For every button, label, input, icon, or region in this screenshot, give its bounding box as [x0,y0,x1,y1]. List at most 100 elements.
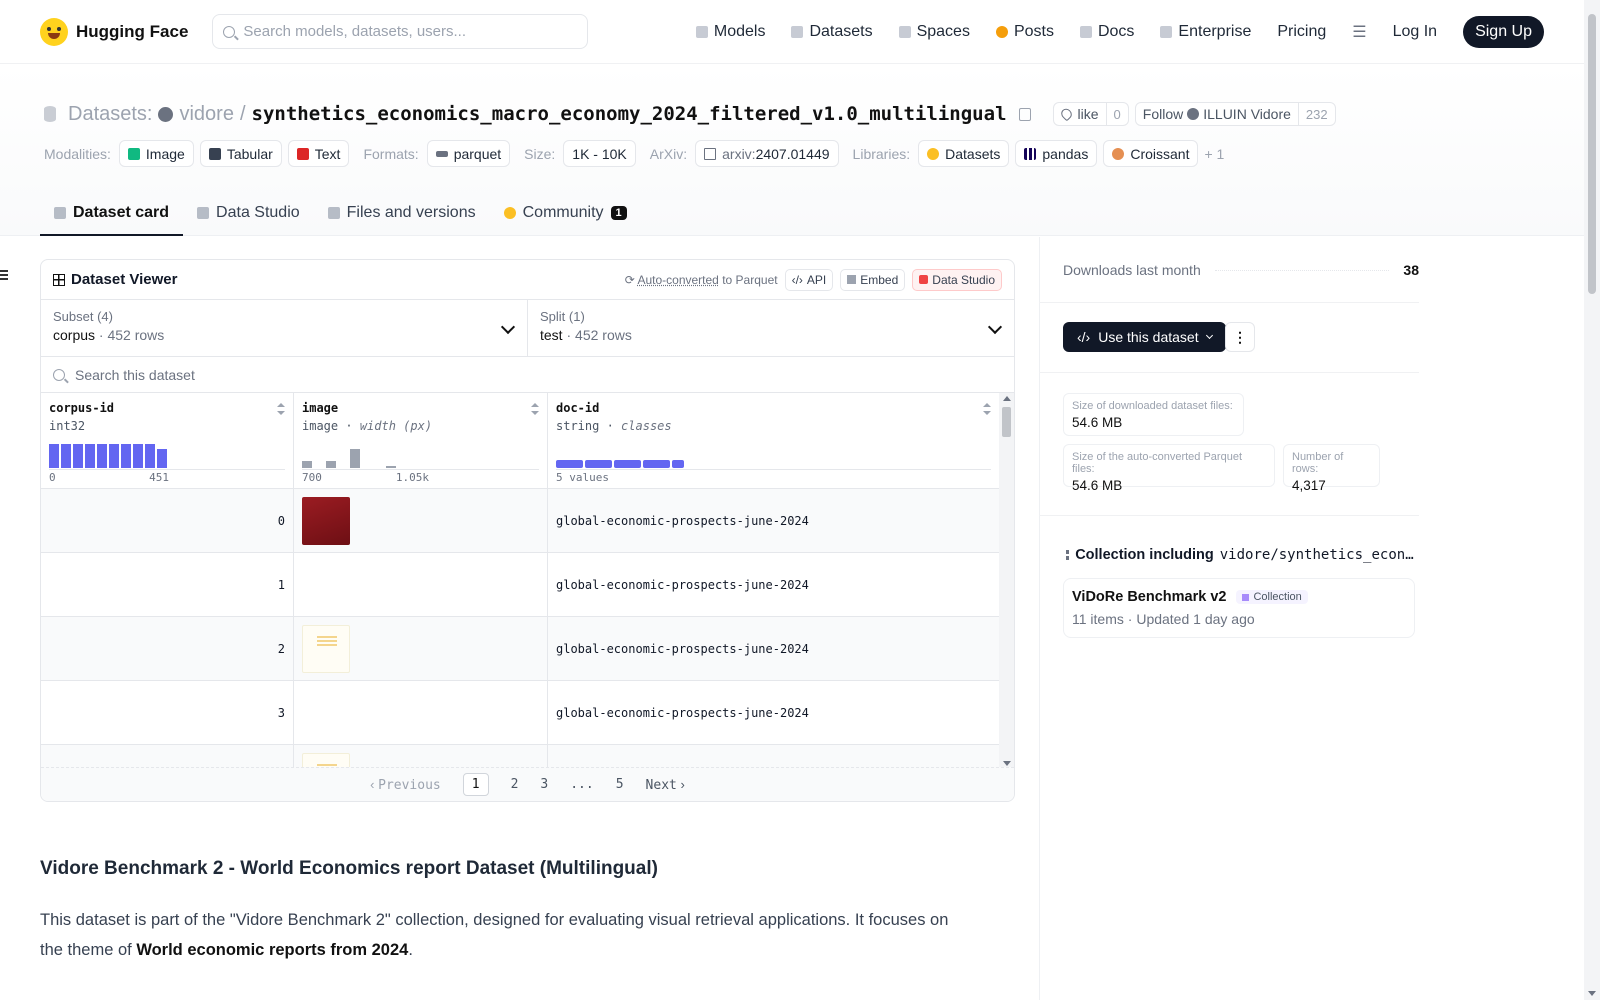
scroll-down-icon[interactable] [1588,991,1596,996]
table-row[interactable] [41,745,1000,769]
table-row[interactable]: 0 global-economic-prospects-june-2024 [41,489,1000,553]
auto-converted-note[interactable]: ⟳ Auto-converted to Parquet [625,273,778,287]
tag-parquet[interactable]: parquet [426,140,511,167]
data-studio-button[interactable]: Data Studio [912,268,1002,291]
corpus-id-histogram[interactable] [49,440,167,468]
embed-button[interactable]: Embed [840,268,906,291]
next-page-button[interactable]: Next › [646,777,685,793]
class-segment[interactable] [556,460,583,468]
copy-icon[interactable] [1018,107,1031,121]
tag-size[interactable]: 1K - 10K [563,140,636,167]
brand-logo[interactable]: Hugging Face [40,17,188,46]
histogram-bar[interactable] [49,444,59,468]
page-scrollbar[interactable] [1584,0,1600,1000]
nav-docs[interactable]: Docs [1079,23,1134,41]
more-options-button[interactable]: ⋮ [1225,322,1255,352]
class-segment[interactable] [672,460,684,468]
column-doc-id[interactable]: doc-id string · classes 5 values [548,393,1000,488]
tab-community[interactable]: Community 1 [490,192,641,236]
image-cell[interactable] [294,489,548,552]
sidebar-toggle-icon[interactable] [0,270,10,282]
histogram-bar[interactable] [97,444,107,468]
histogram-bar[interactable] [145,444,155,468]
nav-pricing[interactable]: Pricing [1277,23,1326,41]
page-2[interactable]: 2 [511,777,519,792]
image-thumbnail[interactable] [302,496,350,545]
nav-posts[interactable]: Posts [995,23,1054,41]
repo-name[interactable]: synthetics_economics_macro_economy_2024_… [252,103,1007,125]
sort-icon[interactable] [983,403,991,415]
table-scrollbar[interactable] [999,393,1014,769]
page-5[interactable]: 5 [616,777,624,792]
tab-files[interactable]: Files and versions [314,192,490,236]
sort-icon[interactable] [531,403,539,415]
tag-text[interactable]: Text [287,140,350,167]
doc-id-classes-bar[interactable] [556,460,684,468]
histogram-bar[interactable] [85,444,95,468]
column-image[interactable]: image image · width (px) 700 1.05k [294,393,548,488]
signup-button[interactable]: Sign Up [1463,15,1544,48]
like-button[interactable]: like 0 [1052,102,1129,126]
global-search-input[interactable] [243,23,564,40]
histogram-bar[interactable] [61,444,71,468]
class-segment[interactable] [585,460,612,468]
histogram-bar[interactable] [350,449,360,468]
split-select[interactable]: Split (1) test · 452 rows [527,300,1014,356]
page-1[interactable]: 1 [462,773,489,796]
subset-select[interactable]: Subset (4) corpus · 452 rows [41,300,527,356]
follow-button[interactable]: Follow ILLUIN Vidore 232 [1134,102,1336,126]
image-width-histogram[interactable] [302,440,396,468]
org-link[interactable]: vidore [179,103,233,126]
tag-lib-pandas[interactable]: pandas [1015,140,1098,167]
histogram-bar[interactable] [121,444,131,468]
sort-icon[interactable] [277,403,285,415]
tab-data-studio[interactable]: Data Studio [183,192,314,236]
nav-models[interactable]: Models [695,23,765,41]
image-cell[interactable] [294,617,548,680]
table-row[interactable]: 2 global-economic-prospects-june-2024 [41,617,1000,681]
histogram-bar[interactable] [73,444,83,468]
use-dataset-button[interactable]: ‹/› Use this dataset [1063,322,1226,352]
global-search[interactable] [212,14,589,49]
image-thumbnail[interactable] [302,624,350,673]
tag-tabular[interactable]: Tabular [199,140,282,167]
histogram-bar[interactable] [157,449,167,468]
dataset-search-input[interactable] [75,366,875,383]
scroll-up-icon[interactable] [1003,396,1011,401]
login-link[interactable]: Log In [1393,23,1437,41]
image-cell[interactable] [294,553,548,616]
tag-image[interactable]: Image [118,140,194,167]
api-button[interactable]: ‹/› API [784,268,834,291]
nav-more-menu-icon[interactable]: ☰ [1352,22,1366,42]
column-corpus-id[interactable]: corpus-id int32 0 451 [41,393,294,488]
image-cell[interactable] [294,745,548,769]
table-row[interactable]: 3 global-economic-prospects-june-2024 [41,681,1000,745]
nav-datasets[interactable]: Datasets [791,23,873,41]
section-label[interactable]: Datasets: [68,103,152,126]
tag-lib-croissant[interactable]: Croissant [1103,140,1199,167]
nav-enterprise[interactable]: Enterprise [1160,23,1251,41]
histogram-bar[interactable] [302,460,312,468]
page-scroll-thumb[interactable] [1588,14,1596,294]
prev-page-button[interactable]: ‹ Previous [370,777,441,793]
nav-spaces[interactable]: Spaces [898,23,970,41]
auto-converted-link[interactable]: Auto-converted [637,273,718,287]
dataset-search[interactable] [41,357,1014,393]
class-segment[interactable] [643,460,670,468]
collection-card[interactable]: ViDoRe Benchmark v2 Collection 11 items ·… [1063,578,1415,638]
image-cell[interactable] [294,681,548,744]
tab-dataset-card[interactable]: Dataset card [40,192,184,236]
page-3[interactable]: 3 [540,777,548,792]
collection-name[interactable]: ViDoRe Benchmark v2 [1072,589,1226,605]
tag-lib-datasets[interactable]: Datasets [918,140,1010,167]
histogram-bar[interactable] [133,444,143,468]
class-segment[interactable] [614,460,641,468]
scroll-down-icon[interactable] [1003,761,1011,766]
more-libraries[interactable]: + 1 [1204,146,1224,162]
tag-arxiv[interactable]: arxiv:2407.01449 [695,140,839,167]
table-row[interactable]: 1 global-economic-prospects-june-2024 [41,553,1000,617]
scroll-thumb[interactable] [1002,407,1011,437]
histogram-bar[interactable] [109,444,119,468]
histogram-bar[interactable] [386,466,396,468]
histogram-bar[interactable] [326,460,336,468]
